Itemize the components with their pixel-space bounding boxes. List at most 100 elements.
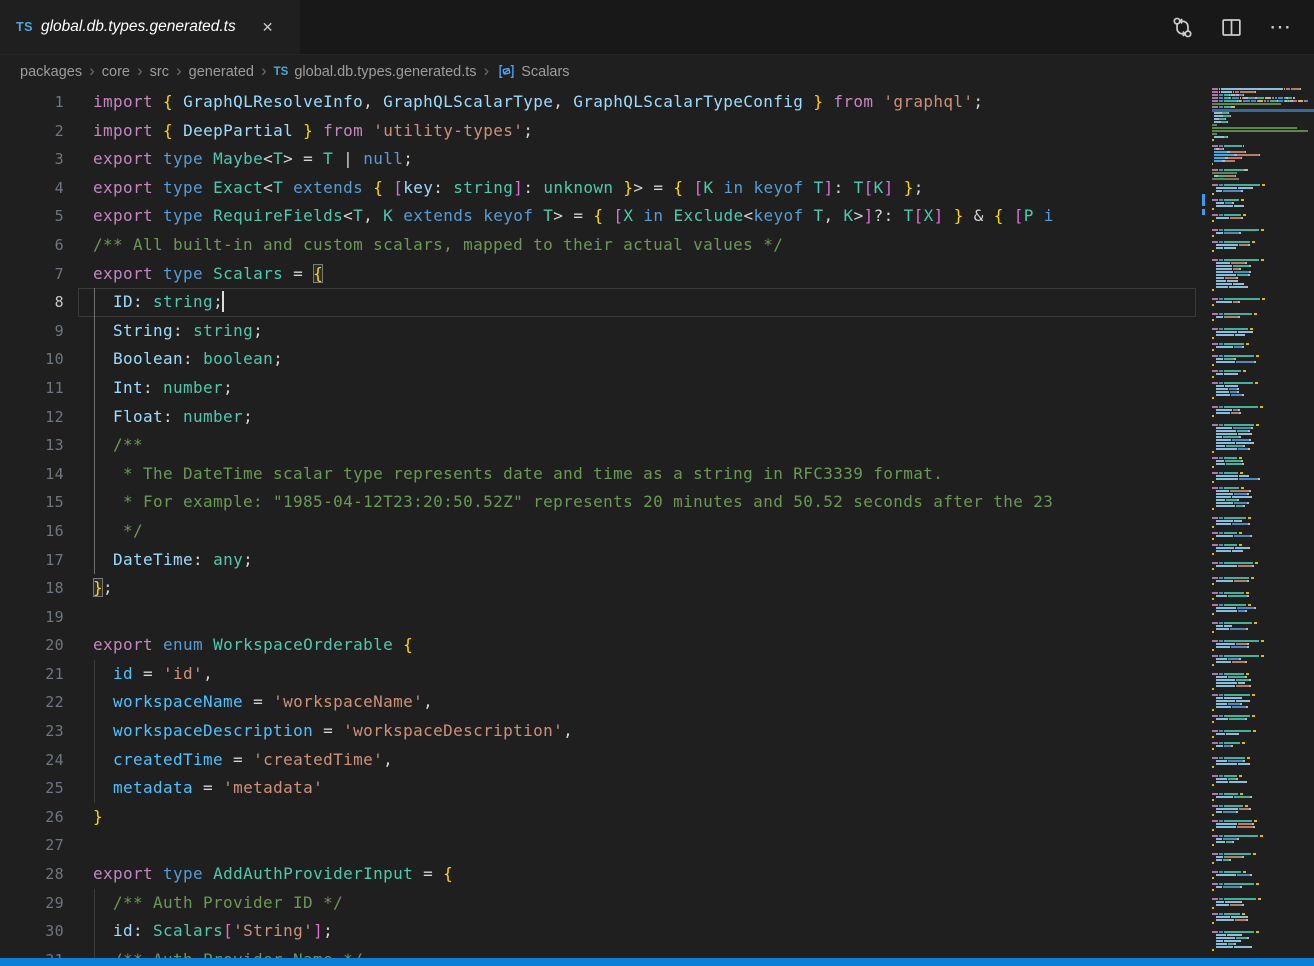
code-line-content[interactable]: /** All built-in and custom scalars, map… — [78, 231, 1196, 260]
code-line[interactable]: 14 * The DateTime scalar type represents… — [0, 460, 1196, 489]
code-line-content[interactable]: /** — [78, 431, 1196, 460]
code-line[interactable]: 18}; — [0, 574, 1196, 603]
code-line-content[interactable]: Float: number; — [78, 403, 1196, 432]
breadcrumb-item-generated[interactable]: generated — [189, 64, 254, 80]
code-line[interactable]: 28export type AddAuthProviderInput = { — [0, 860, 1196, 889]
editor-tab[interactable]: TS global.db.types.generated.ts ✕ — [0, 0, 300, 54]
code-line[interactable]: 3export type Maybe<T> = T | null; — [0, 145, 1196, 174]
typescript-file-icon: TS — [274, 66, 289, 78]
code-line-content[interactable]: workspaceDescription = 'workspaceDescrip… — [78, 717, 1196, 746]
line-number: 11 — [0, 374, 78, 403]
code-line-content[interactable]: ID: string; — [78, 288, 1196, 317]
tab-title: global.db.types.generated.ts — [41, 18, 236, 36]
code-line-content[interactable]: id: Scalars['String']; — [78, 917, 1196, 946]
line-number: 7 — [0, 260, 78, 289]
code-line[interactable]: 26} — [0, 803, 1196, 832]
minimap[interactable] — [1212, 88, 1314, 958]
scrollbar[interactable] — [1196, 88, 1212, 966]
code-line[interactable]: 22 workspaceName = 'workspaceName', — [0, 688, 1196, 717]
open-changes-icon[interactable] — [1171, 16, 1194, 39]
code-line-content[interactable]: export type RequireFields<T, K extends k… — [78, 202, 1196, 231]
overview-ruler-marker — [1202, 209, 1205, 215]
code-line[interactable]: 23 workspaceDescription = 'workspaceDesc… — [0, 717, 1196, 746]
breadcrumb: packages › core › src › generated › TS g… — [0, 55, 1314, 88]
line-number: 26 — [0, 803, 78, 832]
code-line-content[interactable]: export type AddAuthProviderInput = { — [78, 860, 1196, 889]
line-number: 16 — [0, 517, 78, 546]
code-line[interactable]: 8 ID: string; — [0, 288, 1196, 317]
code-line-content[interactable]: metadata = 'metadata' — [78, 774, 1196, 803]
editor-group: 1import { GraphQLResolveInfo, GraphQLSca… — [0, 88, 1314, 966]
line-number: 6 — [0, 231, 78, 260]
code-line[interactable]: 15 * For example: "1985-04-12T23:20:50.5… — [0, 488, 1196, 517]
code-line[interactable]: 5export type RequireFields<T, K extends … — [0, 202, 1196, 231]
code-line[interactable]: 10 Boolean: boolean; — [0, 345, 1196, 374]
code-line[interactable]: 13 /** — [0, 431, 1196, 460]
code-line-content[interactable]: export type Maybe<T> = T | null; — [78, 145, 1196, 174]
code-line-content[interactable]: export type Exact<T extends { [key: stri… — [78, 174, 1196, 203]
code-line[interactable]: 25 metadata = 'metadata' — [0, 774, 1196, 803]
code-line-content[interactable]: import { GraphQLResolveInfo, GraphQLScal… — [78, 88, 1196, 117]
editor-actions: ⋯ — [1171, 0, 1314, 54]
code-line-content[interactable]: import { DeepPartial } from 'utility-typ… — [78, 117, 1196, 146]
code-line-content[interactable]: export type Scalars = { — [78, 260, 1196, 289]
tab-bar: TS global.db.types.generated.ts ✕ — [0, 0, 1314, 55]
code-line-content[interactable]: */ — [78, 517, 1196, 546]
breadcrumb-item-symbol[interactable]: Scalars — [521, 64, 569, 80]
minimap-current-line — [1212, 109, 1314, 112]
typescript-file-icon: TS — [16, 20, 33, 34]
code-editor[interactable]: 1import { GraphQLResolveInfo, GraphQLSca… — [0, 88, 1196, 966]
code-line-content[interactable]: } — [78, 803, 1196, 832]
code-line[interactable]: 27 — [0, 831, 1196, 860]
code-line-content[interactable]: createdTime = 'createdTime', — [78, 746, 1196, 775]
line-number: 13 — [0, 431, 78, 460]
code-line[interactable]: 16 */ — [0, 517, 1196, 546]
overview-ruler-marker — [1202, 194, 1205, 206]
line-number: 17 — [0, 546, 78, 575]
code-line[interactable]: 30 id: Scalars['String']; — [0, 917, 1196, 946]
code-line-content[interactable]: String: string; — [78, 317, 1196, 346]
line-number: 21 — [0, 660, 78, 689]
code-line[interactable]: 12 Float: number; — [0, 403, 1196, 432]
breadcrumb-item-core[interactable]: core — [102, 64, 130, 80]
code-line-content[interactable]: DateTime: any; — [78, 546, 1196, 575]
code-line-content[interactable]: workspaceName = 'workspaceName', — [78, 688, 1196, 717]
line-number: 24 — [0, 746, 78, 775]
vscode-window: TS global.db.types.generated.ts ✕ — [0, 0, 1314, 966]
code-line-content[interactable]: }; — [78, 574, 1196, 603]
code-line[interactable]: 19 — [0, 603, 1196, 632]
code-line-content[interactable]: export enum WorkspaceOrderable { — [78, 631, 1196, 660]
code-line-content[interactable]: /** Auth Provider ID */ — [78, 889, 1196, 918]
line-number: 5 — [0, 202, 78, 231]
code-line-content[interactable]: Int: number; — [78, 374, 1196, 403]
code-line[interactable]: 2import { DeepPartial } from 'utility-ty… — [0, 117, 1196, 146]
text-cursor — [222, 291, 224, 312]
split-editor-icon[interactable] — [1220, 16, 1243, 39]
line-number: 22 — [0, 688, 78, 717]
code-line[interactable]: 9 String: string; — [0, 317, 1196, 346]
code-line[interactable]: 24 createdTime = 'createdTime', — [0, 746, 1196, 775]
more-actions-icon[interactable]: ⋯ — [1269, 14, 1292, 40]
code-line[interactable]: 21 id = 'id', — [0, 660, 1196, 689]
code-line-content[interactable] — [78, 603, 1196, 632]
code-line[interactable]: 6/** All built-in and custom scalars, ma… — [0, 231, 1196, 260]
code-line[interactable]: 11 Int: number; — [0, 374, 1196, 403]
code-line[interactable]: 29 /** Auth Provider ID */ — [0, 889, 1196, 918]
code-line-content[interactable]: * For example: "1985-04-12T23:20:50.52Z"… — [78, 488, 1196, 517]
code-line-content[interactable] — [78, 831, 1196, 860]
breadcrumb-item-packages[interactable]: packages — [20, 64, 82, 80]
code-line-content[interactable]: id = 'id', — [78, 660, 1196, 689]
code-line[interactable]: 4export type Exact<T extends { [key: str… — [0, 174, 1196, 203]
code-line-content[interactable]: * The DateTime scalar type represents da… — [78, 460, 1196, 489]
breadcrumb-item-src[interactable]: src — [150, 64, 169, 80]
breadcrumb-item-file[interactable]: global.db.types.generated.ts — [294, 64, 476, 80]
code-line[interactable]: 7export type Scalars = { — [0, 260, 1196, 289]
line-number: 9 — [0, 317, 78, 346]
code-line[interactable]: 17 DateTime: any; — [0, 546, 1196, 575]
code-line[interactable]: 20export enum WorkspaceOrderable { — [0, 631, 1196, 660]
line-number: 28 — [0, 860, 78, 889]
close-icon[interactable]: ✕ — [258, 17, 278, 38]
code-line-content[interactable]: Boolean: boolean; — [78, 345, 1196, 374]
chevron-right-icon: › — [261, 61, 267, 81]
code-line[interactable]: 1import { GraphQLResolveInfo, GraphQLSca… — [0, 88, 1196, 117]
